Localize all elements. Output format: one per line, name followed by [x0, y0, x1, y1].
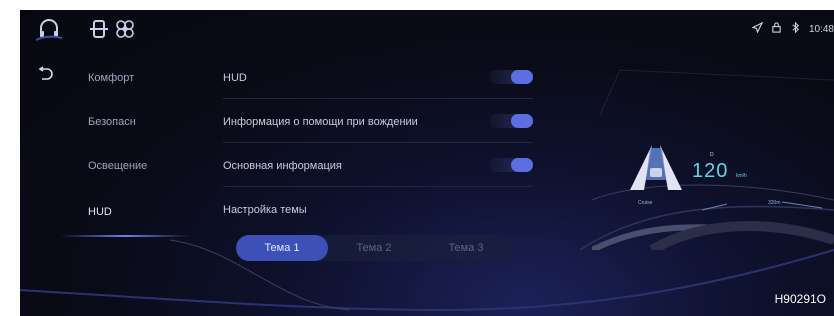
theme-3-button[interactable]: Тема 3: [420, 235, 512, 261]
setting-label: Основная информация: [223, 160, 342, 172]
theme-selector: Тема 1 Тема 2 Тема 3: [236, 235, 512, 261]
toggle-knob: [511, 114, 533, 128]
clock: 10:48: [808, 23, 834, 35]
infotainment-screen: 10:48 Комфорт Безопасн Освещение HUD HUD…: [20, 10, 834, 316]
back-icon[interactable]: [36, 66, 54, 84]
navigation-icon: [751, 21, 764, 36]
status-bar: 10:48: [751, 21, 834, 36]
menu-item-hud[interactable]: HUD: [88, 206, 112, 218]
setting-label: Настройка темы: [223, 204, 307, 216]
hud-speed-value: 120: [692, 160, 729, 182]
setting-label: Информация о помощи при вождении: [223, 116, 418, 128]
hud-right-info: 320m: [768, 200, 781, 206]
hud-left-info: Cruise: [638, 200, 653, 206]
setting-row-basic-info: Основная информация: [223, 156, 533, 187]
setting-row-theme: Настройка темы: [223, 200, 533, 224]
menu-item-safety[interactable]: Безопасн: [88, 116, 136, 128]
figure-code: H90291O: [774, 292, 826, 306]
setting-row-hud: HUD: [223, 68, 533, 99]
top-bar: 10:48: [20, 10, 834, 50]
hud-toggle[interactable]: [489, 70, 533, 84]
basic-info-toggle[interactable]: [489, 158, 533, 172]
theme-2-button[interactable]: Тема 2: [328, 235, 420, 261]
lock-icon: [771, 22, 782, 36]
seat-adjust-icon[interactable]: [86, 16, 112, 42]
row-divider: [223, 98, 533, 99]
hud-speed-unit: km/h: [736, 173, 747, 179]
setting-row-driving-assist-info: Информация о помощи при вождении: [223, 112, 533, 143]
theme-1-button[interactable]: Тема 1: [236, 235, 328, 261]
bluetooth-icon: [790, 21, 801, 36]
toggle-knob: [511, 70, 533, 84]
menu-item-lighting[interactable]: Освещение: [88, 160, 147, 172]
row-divider: [223, 186, 533, 187]
headphones-icon[interactable]: [35, 16, 63, 42]
road-lane-graphic: [630, 145, 682, 190]
driving-assist-info-toggle[interactable]: [489, 114, 533, 128]
gear-indicator: D: [710, 152, 714, 158]
menu-item-comfort[interactable]: Комфорт: [88, 72, 134, 84]
menu-active-indicator: [60, 235, 190, 237]
fan-icon[interactable]: [112, 16, 138, 42]
row-divider: [223, 142, 533, 143]
setting-label: HUD: [223, 72, 247, 84]
toggle-knob: [511, 158, 533, 172]
